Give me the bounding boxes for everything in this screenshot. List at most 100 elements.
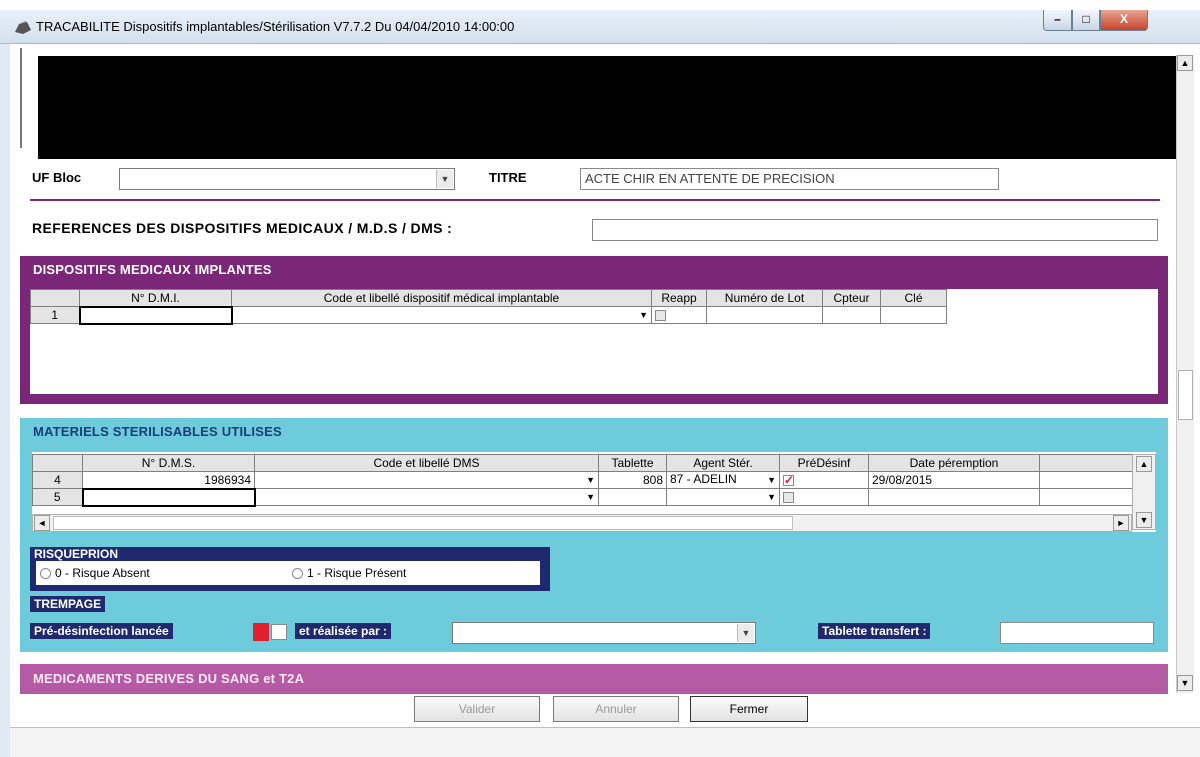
col-header-lot[interactable]: Numéro de Lot xyxy=(706,289,823,307)
date-cell[interactable] xyxy=(868,488,1040,506)
titre-field[interactable]: ACTE CHIR EN ATTENTE DE PRECISION xyxy=(580,168,999,190)
tablette-cell[interactable]: 808 xyxy=(598,471,667,489)
cle-cell[interactable] xyxy=(880,306,947,324)
uf-bloc-combo[interactable]: ▼ xyxy=(119,168,455,190)
code-dms-cell[interactable]: ▼ xyxy=(254,488,599,506)
grid-horizontal-scrollbar[interactable]: ◄ ► xyxy=(32,514,1132,532)
risqueprion-options: 0 - Risque Absent 1 - Risque Présent xyxy=(36,561,540,585)
col-header-agent[interactable]: Agent Stér. xyxy=(666,454,780,472)
dmi-section-title: DISPOSITIFS MEDICAUX IMPLANTES xyxy=(33,262,272,277)
medicaments-section: MEDICAMENTS DERIVES DU SANG et T2A xyxy=(20,664,1168,694)
chevron-down-icon[interactable]: ▼ xyxy=(737,624,754,642)
fermer-button[interactable]: Fermer xyxy=(690,696,808,722)
row-number[interactable]: 1 xyxy=(30,306,80,324)
scroll-down-icon[interactable]: ▼ xyxy=(1177,675,1193,691)
dropdown-arrow-icon[interactable]: ▼ xyxy=(767,490,776,505)
date-cell[interactable]: 29/08/2015 xyxy=(868,471,1040,489)
ndms-cell[interactable] xyxy=(81,487,256,507)
radio-icon[interactable] xyxy=(292,568,303,580)
grid-vertical-scrollbar[interactable]: ▲ ▼ xyxy=(1132,454,1156,530)
predesinf-checkbox[interactable]: ✓ xyxy=(783,474,794,487)
scroll-thumb[interactable] xyxy=(53,516,793,530)
risqueprion-group: RISQUEPRION 0 - Risque Absent 1 - Risque… xyxy=(30,547,550,591)
tablette-cell[interactable] xyxy=(598,488,667,506)
ndmi-cell[interactable] xyxy=(78,305,233,325)
reapp-checkbox[interactable] xyxy=(655,310,666,322)
divider xyxy=(30,199,1160,201)
col-header-extra xyxy=(1039,454,1133,472)
realisee-combo[interactable]: ▼ xyxy=(452,622,756,644)
maximize-button[interactable]: □ xyxy=(1072,10,1100,31)
ndms-cell[interactable]: 1986934 xyxy=(82,471,255,489)
references-field[interactable] xyxy=(592,219,1158,241)
col-header-ndms[interactable]: N° D.M.S. xyxy=(82,454,255,472)
scroll-thumb[interactable] xyxy=(1178,370,1193,420)
title-bar: TRACABILITE Dispositifs implantables/Sté… xyxy=(0,10,1200,44)
tablette-transfert-field[interactable] xyxy=(1000,622,1154,644)
app-icon xyxy=(15,21,31,34)
radio-icon[interactable] xyxy=(40,568,51,580)
col-header-code[interactable]: Code et libellé dispositif médical impla… xyxy=(231,289,652,307)
col-header-ndmi[interactable]: N° D.M.I. xyxy=(79,289,232,307)
predesinfection-checkbox[interactable] xyxy=(271,624,287,640)
materiels-section-title: MATERIELS STERILISABLES UTILISES xyxy=(33,424,282,439)
col-header-date[interactable]: Date péremption xyxy=(868,454,1040,472)
extra-cell xyxy=(1039,488,1133,506)
dropdown-arrow-icon[interactable]: ▼ xyxy=(767,473,776,488)
dropdown-arrow-icon[interactable]: ▼ xyxy=(586,490,595,505)
chevron-down-icon[interactable]: ▼ xyxy=(436,170,453,188)
medicaments-section-title: MEDICAMENTS DERIVES DU SANG et T2A xyxy=(33,671,305,686)
valider-button[interactable]: Valider xyxy=(414,696,540,722)
agent-cell[interactable]: ▼ 87 - ADELIN xyxy=(666,471,780,489)
col-header-tablette[interactable]: Tablette xyxy=(598,454,667,472)
lot-cell[interactable] xyxy=(706,306,823,324)
col-header-code-dms[interactable]: Code et libellé DMS xyxy=(254,454,599,472)
dropdown-arrow-icon[interactable]: ▼ xyxy=(639,308,648,323)
minimize-icon: – xyxy=(1054,12,1061,26)
scroll-right-icon[interactable]: ► xyxy=(1113,515,1129,531)
table-row: 5 ▼ ▼ xyxy=(32,487,1133,507)
code-dms-cell[interactable]: ▼ xyxy=(254,471,599,489)
minimize-button[interactable]: – xyxy=(1043,10,1072,31)
materiels-section: MATERIELS STERILISABLES UTILISES N° D.M.… xyxy=(20,418,1168,652)
scroll-up-icon[interactable]: ▲ xyxy=(1136,456,1152,472)
col-header-predesinf[interactable]: PréDésinf xyxy=(779,454,869,472)
window-title: TRACABILITE Dispositifs implantables/Sté… xyxy=(36,19,515,34)
extra-cell xyxy=(1039,471,1133,489)
table-row: 4 1986934 ▼ 808 ▼ 87 - ADELIN ✓ 29/08/201… xyxy=(32,471,1133,489)
predesinf-cell[interactable] xyxy=(779,488,869,506)
dropdown-arrow-icon[interactable]: ▼ xyxy=(586,473,595,488)
reapp-cell[interactable] xyxy=(651,306,707,324)
annuler-button[interactable]: Annuler xyxy=(553,696,679,722)
uf-bloc-label: UF Bloc xyxy=(32,170,82,185)
main-vertical-scrollbar[interactable]: ▲ ▼ xyxy=(1176,55,1194,693)
status-bar xyxy=(10,727,1200,757)
row-number[interactable]: 4 xyxy=(32,471,83,489)
scroll-down-icon[interactable]: ▼ xyxy=(1136,512,1152,528)
window-frame-left xyxy=(0,44,10,757)
maximize-icon: □ xyxy=(1082,12,1090,26)
dmi-grid: N° D.M.I. Code et libellé dispositif méd… xyxy=(30,289,947,325)
predesinf-cell[interactable]: ✓ xyxy=(779,471,869,489)
predesinf-checkbox[interactable] xyxy=(783,492,794,504)
close-button[interactable]: X xyxy=(1100,10,1148,31)
agent-cell[interactable]: ▼ xyxy=(666,488,780,506)
references-label: REFERENCES DES DISPOSITIFS MEDICAUX / M.… xyxy=(32,220,453,236)
scroll-up-icon[interactable]: ▲ xyxy=(1177,55,1193,71)
grid-corner xyxy=(32,454,83,472)
col-header-cpteur[interactable]: Cpteur xyxy=(822,289,881,307)
radio-risque-absent[interactable]: 0 - Risque Absent xyxy=(40,566,150,580)
table-row: 1 ▼ xyxy=(30,305,947,325)
col-header-reapp[interactable]: Reapp xyxy=(651,289,707,307)
grid-corner xyxy=(30,289,80,307)
risqueprion-title: RISQUEPRION xyxy=(34,547,119,561)
materiels-grid: N° D.M.S. Code et libellé DMS Tablette A… xyxy=(32,454,1133,507)
row-number[interactable]: 5 xyxy=(32,488,83,506)
radio-risque-present[interactable]: 1 - Risque Présent xyxy=(292,566,406,580)
scroll-left-icon[interactable]: ◄ xyxy=(34,515,50,531)
code-cell[interactable]: ▼ xyxy=(231,306,652,324)
cpteur-cell[interactable] xyxy=(822,306,881,324)
dmi-section: DISPOSITIFS MEDICAUX IMPLANTES N° D.M.I.… xyxy=(20,256,1168,404)
col-header-cle[interactable]: Clé xyxy=(880,289,947,307)
trempage-title: TREMPAGE xyxy=(30,596,106,612)
